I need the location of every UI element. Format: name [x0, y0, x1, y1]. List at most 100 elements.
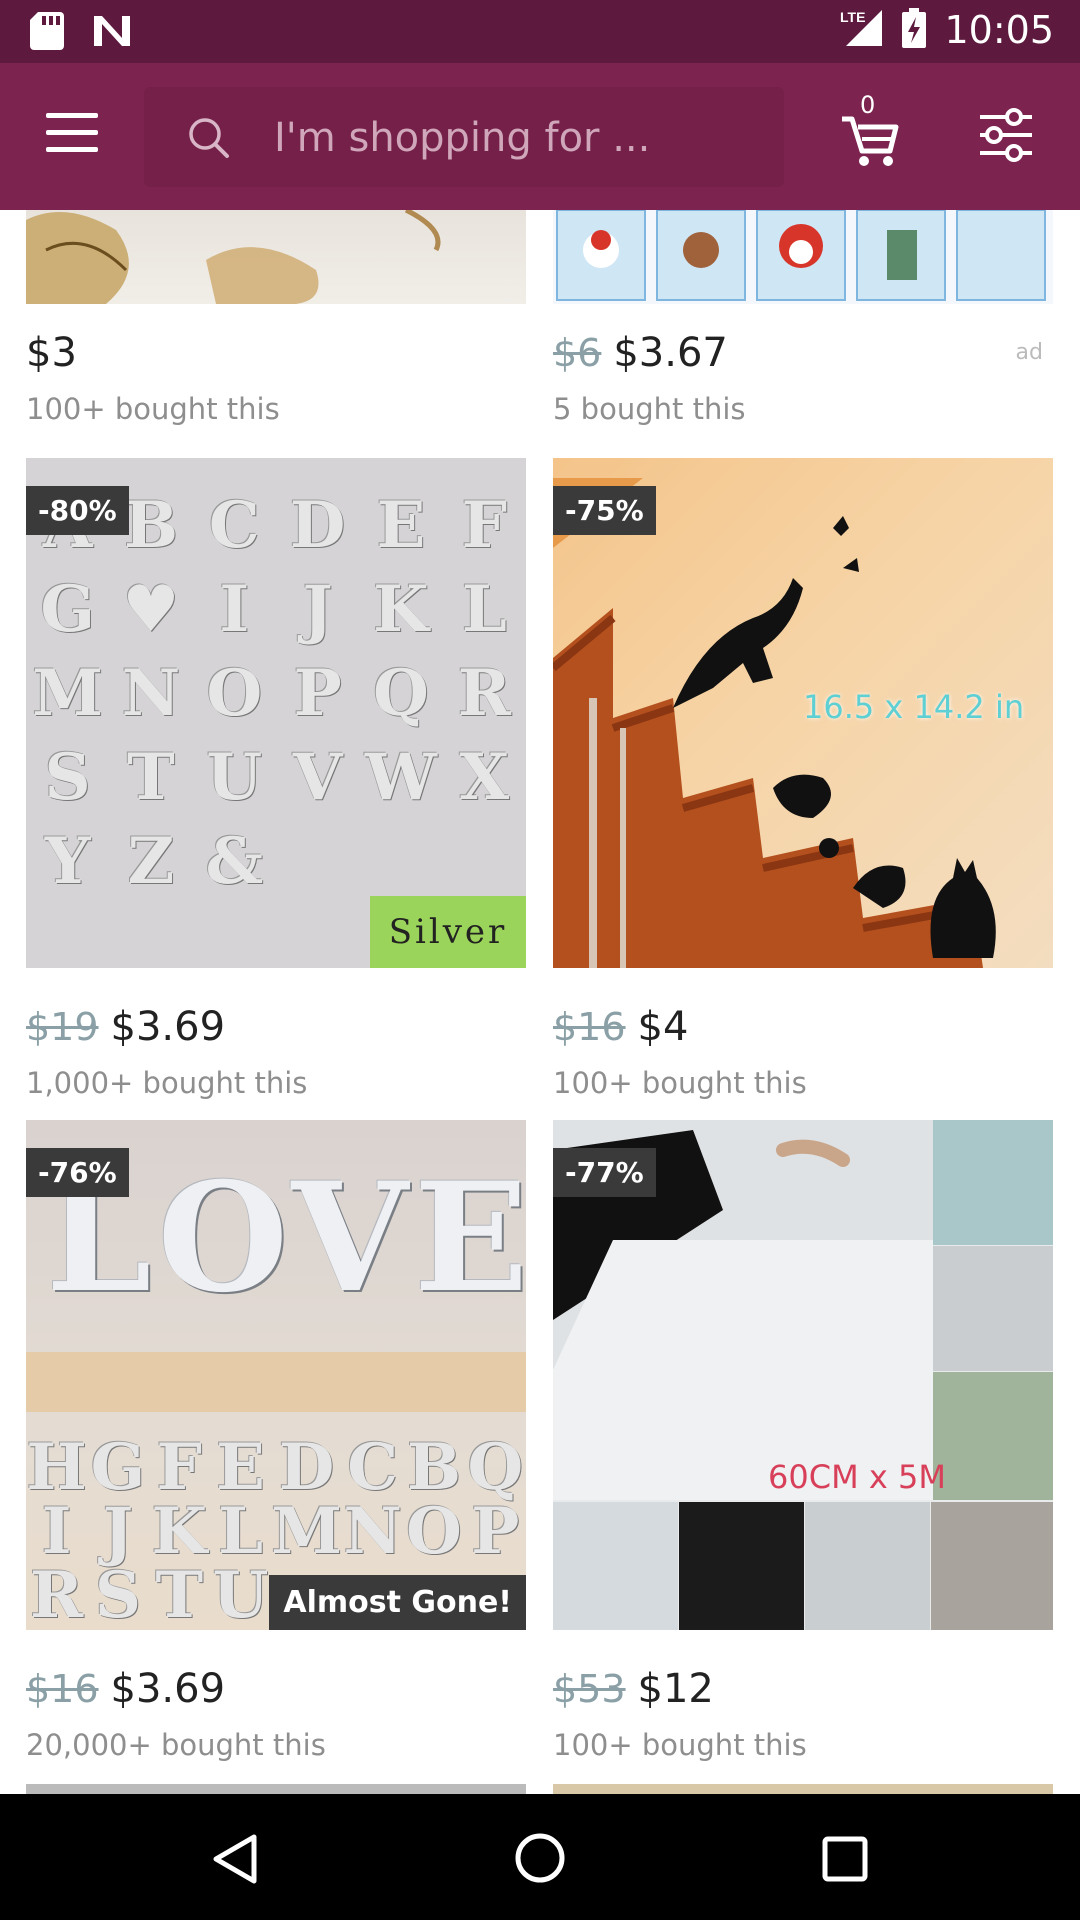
search-icon	[188, 117, 230, 163]
mirror-letter: X	[459, 740, 510, 815]
recents-icon[interactable]	[822, 1836, 868, 1886]
mirror-letter: Q	[467, 1430, 524, 1505]
price-row: $16 $4	[553, 1004, 688, 1050]
next-product-image[interactable]	[553, 1784, 1053, 1794]
system-nav-bar	[0, 1794, 1080, 1920]
search-input[interactable]	[272, 107, 756, 169]
cart-count: 0	[860, 91, 876, 119]
mirror-letter: P	[293, 656, 342, 731]
current-price: $3	[26, 330, 77, 376]
mirror-letter: N	[343, 1494, 402, 1569]
discount-badge: -80%	[26, 486, 129, 535]
product-card[interactable]: LOVE HGFEDCBQIJKLMNOPRSTU -76% Almost Go…	[26, 1120, 526, 1762]
product-image	[26, 210, 526, 304]
stock-tag: Almost Gone!	[269, 1575, 526, 1630]
mirror-letter: M	[32, 656, 104, 731]
mirror-letter: L	[218, 1494, 264, 1569]
app-bar: 0	[0, 63, 1080, 210]
mirror-letter: F	[461, 488, 508, 563]
next-product-image[interactable]	[26, 1784, 526, 1794]
price-row: $19 $3.69	[26, 1004, 225, 1050]
mirror-letter: J	[302, 572, 333, 647]
current-price: $12	[637, 1666, 714, 1712]
mirror-letter: G	[40, 572, 95, 647]
mirror-letter: T	[127, 740, 175, 815]
mirror-letter: F	[156, 1430, 202, 1505]
cart-icon	[840, 116, 900, 173]
back-icon[interactable]	[212, 1834, 258, 1888]
current-price: $3.69	[110, 1666, 226, 1712]
mirror-letter: &	[205, 824, 264, 899]
mirror-letter: N	[121, 656, 181, 731]
mirror-letter: D	[278, 1430, 335, 1505]
discount-badge: -77%	[553, 1148, 656, 1197]
mirror-letter: Q	[373, 656, 429, 731]
mirror-letter: Z	[127, 824, 175, 899]
product-card[interactable]: 60CM x 5M -77% $53 $12 100+ bought this	[553, 1120, 1053, 1762]
mirror-letter: K	[373, 572, 429, 647]
size-label: 60CM x 5M	[768, 1458, 946, 1496]
original-price: $16	[553, 1005, 626, 1049]
mirror-letter: I	[41, 1494, 72, 1569]
original-price: $16	[26, 1667, 99, 1711]
discount-badge: -75%	[553, 486, 656, 535]
product-feed[interactable]: $3 100+ bought this $6 $3.67 ad 5 bought …	[0, 210, 1080, 1794]
bought-count: 100+ bought this	[26, 392, 280, 426]
mirror-letter: R	[30, 1558, 84, 1630]
discount-badge: -76%	[26, 1148, 129, 1197]
product-card[interactable]: $3 100+ bought this	[26, 210, 526, 440]
mirror-letter: W	[365, 740, 437, 815]
mirror-letter: S	[44, 740, 91, 815]
search-bar[interactable]	[144, 87, 784, 187]
product-card[interactable]: ABCDEFG♥IJKLMNOPQRSTUVWXYZ& -80% Silver …	[26, 458, 526, 1100]
mirror-letter: E	[216, 1430, 265, 1505]
original-price: $53	[553, 1667, 626, 1711]
mirror-letter: T	[155, 1558, 204, 1630]
original-price: $19	[26, 1005, 99, 1049]
price-row: $53 $12	[553, 1666, 714, 1712]
lte-signal-icon: LTE	[838, 8, 884, 52]
mirror-letter: G	[90, 1430, 146, 1505]
mirror-letter: C	[208, 488, 260, 563]
svg-text:LTE: LTE	[840, 9, 865, 25]
bought-count: 1,000+ bought this	[26, 1066, 308, 1100]
filter-icon[interactable]	[978, 107, 1034, 163]
product-image: 60CM x 5M -77%	[553, 1120, 1053, 1630]
mirror-letter: D	[289, 488, 346, 563]
current-price: $3.67	[613, 330, 728, 376]
mirror-letter: ♥	[122, 572, 180, 647]
mirror-letter: E	[376, 488, 426, 563]
clock: 10:05	[944, 8, 1054, 52]
mirror-letter: C	[347, 1430, 399, 1505]
current-price: $4	[637, 1004, 689, 1050]
home-icon[interactable]	[514, 1832, 566, 1888]
ad-label: ad	[1015, 340, 1043, 365]
mirror-letter: O	[406, 1494, 462, 1569]
price-row: $6 $3.67	[553, 330, 728, 376]
mirror-letter: O	[206, 656, 263, 731]
mirror-letter: J	[102, 1494, 134, 1569]
mirror-letter: P	[471, 1494, 520, 1569]
mirror-letter: V	[292, 740, 343, 815]
mirror-letter: I	[219, 572, 250, 647]
cart-button[interactable]: 0	[840, 91, 900, 169]
mirror-letter: B	[406, 1430, 462, 1505]
mirror-letter: K	[151, 1494, 208, 1569]
size-label: 16.5 x 14.2 in	[803, 688, 1025, 726]
original-price: $6	[553, 331, 602, 375]
product-card[interactable]: 16.5 x 14.2 in -75% $16 $4 100+ bought th…	[553, 458, 1053, 1100]
bought-count: 100+ bought this	[553, 1066, 807, 1100]
mirror-letter: U	[212, 1558, 269, 1630]
price-row: $3	[26, 330, 77, 376]
product-image: LOVE HGFEDCBQIJKLMNOPRSTU -76% Almost Go…	[26, 1120, 526, 1630]
battery-icon	[902, 8, 927, 52]
menu-icon[interactable]	[46, 113, 98, 159]
mirror-letter: M	[271, 1494, 343, 1569]
bought-count: 100+ bought this	[553, 1728, 807, 1762]
n-notification-icon	[92, 14, 132, 52]
product-image: 16.5 x 14.2 in -75%	[553, 458, 1053, 968]
color-tag: Silver	[370, 896, 526, 968]
product-card[interactable]: $6 $3.67 ad 5 bought this	[553, 210, 1053, 440]
bought-count: 5 bought this	[553, 392, 746, 426]
mirror-letter: R	[457, 656, 511, 731]
